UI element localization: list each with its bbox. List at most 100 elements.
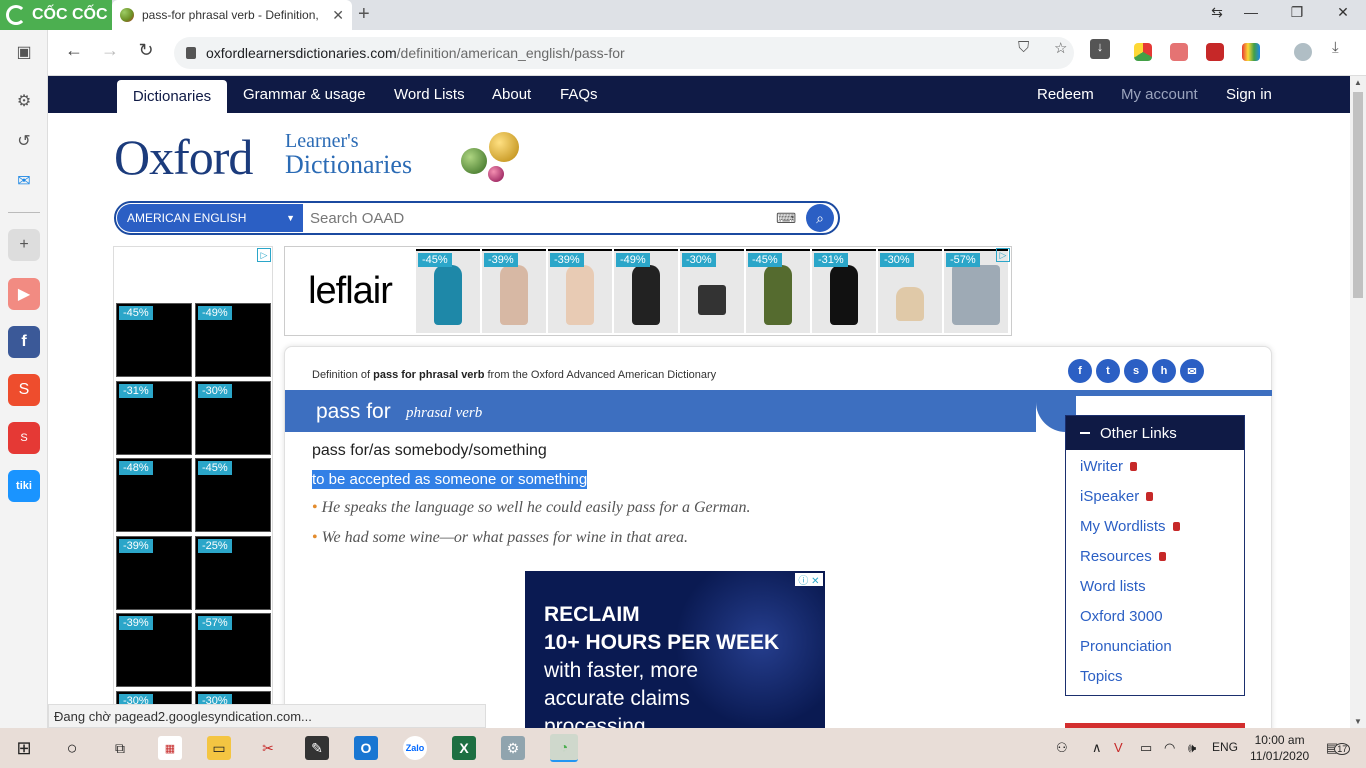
- app-chart-icon[interactable]: ▦: [158, 736, 182, 760]
- battery-icon[interactable]: ▭: [1140, 740, 1152, 756]
- ad-tile[interactable]: -25%: [195, 536, 271, 610]
- ad-product-tile[interactable]: -45%: [416, 249, 480, 333]
- excel-icon[interactable]: X: [452, 736, 476, 760]
- link-iwriter[interactable]: iWriter: [1080, 458, 1138, 475]
- coccoc-brand[interactable]: CỐC CỐC: [0, 0, 112, 30]
- bookmark-star-icon[interactable]: ☆: [1054, 39, 1067, 57]
- ad-tile[interactable]: -45%: [116, 303, 192, 377]
- file-explorer-icon[interactable]: ▭: [207, 736, 231, 760]
- people-icon[interactable]: ⚇: [1056, 740, 1068, 756]
- language-indicator[interactable]: ENG: [1212, 740, 1238, 754]
- adchoices-close-icon[interactable]: ⓘ ✕: [795, 573, 823, 587]
- app-snip-icon[interactable]: ✂: [256, 736, 280, 760]
- new-tab-button[interactable]: +: [358, 3, 370, 26]
- forward-button[interactable]: →: [98, 40, 122, 61]
- link-oxford-3000[interactable]: Oxford 3000: [1080, 608, 1163, 625]
- ad-tile[interactable]: -39%: [116, 536, 192, 610]
- reddit-share-icon[interactable]: h: [1152, 359, 1176, 383]
- search-button[interactable]: ⌕: [806, 204, 834, 232]
- nav-grammar[interactable]: Grammar & usage: [243, 86, 366, 103]
- dictionary-select[interactable]: AMERICAN ENGLISH ▼: [117, 204, 303, 232]
- search-circle-icon[interactable]: ○: [60, 736, 84, 760]
- ad-product-tile[interactable]: -30%: [878, 249, 942, 333]
- extension-chrome-icon[interactable]: [1134, 43, 1152, 61]
- link-ispeaker[interactable]: iSpeaker: [1080, 488, 1154, 505]
- address-bar[interactable]: oxfordlearnersdictionaries.com/definitio…: [174, 37, 1074, 69]
- tab-close-icon[interactable]: ✕: [332, 7, 344, 24]
- notifications-icon[interactable]: ▤17: [1326, 740, 1351, 756]
- minimize-button[interactable]: —: [1241, 4, 1261, 20]
- link-word-lists[interactable]: Word lists: [1080, 578, 1146, 595]
- scroll-thumb[interactable]: [1353, 92, 1363, 298]
- facebook-icon[interactable]: f: [8, 326, 40, 358]
- sendo-icon[interactable]: S: [8, 422, 40, 454]
- extension-shield-icon[interactable]: [1170, 43, 1188, 61]
- tab-active[interactable]: pass-for phrasal verb - Definition, ✕: [112, 0, 352, 30]
- scroll-down-icon[interactable]: ▼: [1354, 717, 1362, 726]
- ad-product-tile[interactable]: -45%: [746, 249, 810, 333]
- ad-product-tile[interactable]: -49%: [614, 249, 678, 333]
- coccoc-taskbar-icon[interactable]: ◔: [550, 734, 578, 762]
- logo-learners[interactable]: Learner's Dictionaries: [285, 130, 412, 178]
- adchoices-icon[interactable]: ▷: [996, 248, 1010, 262]
- leflair-logo[interactable]: leflair: [285, 247, 415, 335]
- link-resources[interactable]: Resources: [1080, 548, 1166, 565]
- link-my-wordlists[interactable]: My Wordlists: [1080, 518, 1180, 535]
- scroll-up-icon[interactable]: ▲: [1354, 78, 1362, 87]
- facebook-share-icon[interactable]: f: [1068, 359, 1092, 383]
- tray-expand-icon[interactable]: ∧: [1092, 740, 1102, 756]
- shield-icon[interactable]: ⛉: [1018, 39, 1029, 56]
- inline-ad[interactable]: ⓘ ✕ RECLAIM 10+ HOURS PER WEEK with fast…: [525, 571, 825, 728]
- restore-tabs-icon[interactable]: ⇆: [1207, 4, 1227, 21]
- extension-refresh-icon[interactable]: [1206, 43, 1224, 61]
- volume-icon[interactable]: 🕪: [1188, 740, 1196, 756]
- close-window-button[interactable]: ✕: [1333, 4, 1353, 21]
- logo-oxford[interactable]: Oxford: [114, 128, 253, 186]
- search-input[interactable]: [310, 206, 770, 230]
- ad-tile[interactable]: -48%: [116, 458, 192, 532]
- adchoices-icon[interactable]: ▷: [257, 248, 271, 262]
- stumbleupon-share-icon[interactable]: s: [1124, 359, 1148, 383]
- youtube-icon[interactable]: ▶: [8, 278, 40, 310]
- nav-dictionaries[interactable]: Dictionaries: [117, 80, 227, 113]
- tray-app-icon[interactable]: V: [1114, 740, 1123, 755]
- twitter-share-icon[interactable]: t: [1096, 359, 1120, 383]
- ad-tile[interactable]: -39%: [116, 613, 192, 687]
- downloads-icon[interactable]: ⤓: [1332, 39, 1339, 56]
- add-shortcut-icon[interactable]: +: [8, 229, 40, 261]
- windows-start-icon[interactable]: ⊞: [12, 736, 36, 760]
- nav-word-lists[interactable]: Word Lists: [394, 86, 465, 103]
- maximize-button[interactable]: ❐: [1287, 4, 1307, 21]
- history-icon[interactable]: ↺: [8, 125, 40, 157]
- link-pronunciation[interactable]: Pronunciation: [1080, 638, 1172, 655]
- shopee-icon[interactable]: S: [8, 374, 40, 406]
- ad-product-tile[interactable]: -30%: [680, 249, 744, 333]
- ad-product-tile[interactable]: -39%: [548, 249, 612, 333]
- link-topics[interactable]: Topics: [1080, 668, 1123, 685]
- ad-tile[interactable]: -45%: [195, 458, 271, 532]
- profile-avatar[interactable]: [1294, 43, 1312, 61]
- download-page-icon[interactable]: ↓: [1090, 39, 1110, 59]
- nav-about[interactable]: About: [492, 86, 531, 103]
- top-ad-banner[interactable]: leflair -45% -39% -39% -49% -30% -45% -3…: [284, 246, 1012, 336]
- back-button[interactable]: ←: [62, 40, 86, 61]
- ad-product-tile[interactable]: -39%: [482, 249, 546, 333]
- zalo-icon[interactable]: Zalo: [403, 736, 427, 760]
- sidebar-toggle-icon[interactable]: ▣: [8, 36, 40, 68]
- keyboard-icon[interactable]: ⌨: [776, 210, 796, 227]
- nav-redeem[interactable]: Redeem: [1037, 86, 1094, 103]
- wifi-icon[interactable]: ◠: [1164, 740, 1175, 756]
- ad-tile[interactable]: -57%: [195, 613, 271, 687]
- extension-grid-icon[interactable]: [1242, 43, 1260, 61]
- nav-my-account[interactable]: My account: [1121, 86, 1198, 103]
- page-scrollbar[interactable]: ▲ ▼: [1350, 76, 1366, 728]
- tiki-icon[interactable]: tiki: [8, 470, 40, 502]
- task-view-icon[interactable]: ⧉: [108, 736, 132, 760]
- email-share-icon[interactable]: ✉: [1180, 359, 1204, 383]
- sticky-notes-icon[interactable]: ✎: [305, 736, 329, 760]
- nav-faqs[interactable]: FAQs: [560, 86, 598, 103]
- left-ad-banner[interactable]: ▷ -45% -49% -31% -30% -48% -45% -39% -25…: [113, 246, 273, 728]
- messenger-icon[interactable]: ✉: [8, 165, 40, 197]
- settings-gear-icon[interactable]: ⚙: [8, 85, 40, 117]
- outlook-icon[interactable]: O: [354, 736, 378, 760]
